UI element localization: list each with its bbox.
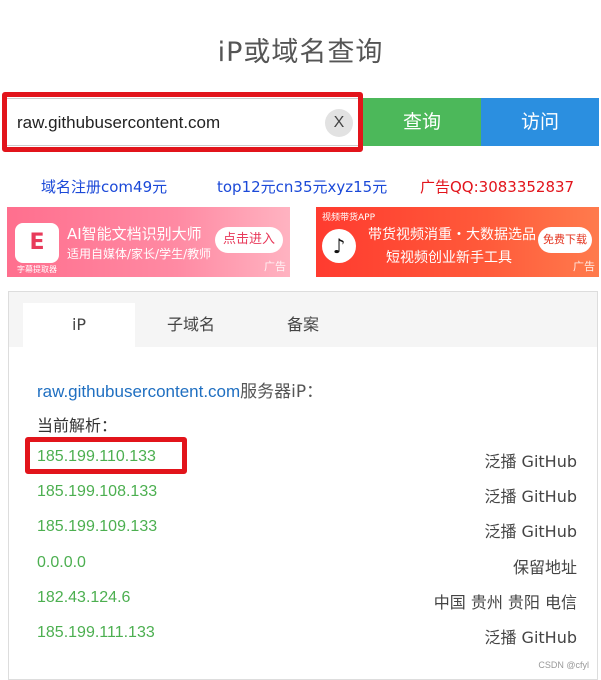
- result-panel: iP 子域名 备案 raw.githubusercontent.com服务器iP…: [8, 291, 598, 680]
- current-resolution-label: 当前解析：: [37, 416, 118, 435]
- ip-address[interactable]: 185.199.111.133: [37, 624, 155, 642]
- ip-location: 中国 贵州 贵阳 电信: [433, 593, 577, 612]
- ip-location: 泛播 GitHub: [484, 628, 577, 647]
- ip-location: 保留地址: [512, 558, 577, 577]
- page-title: iP或域名查询: [217, 37, 384, 68]
- ip-row: 182.43.124.6 中国 贵州 贵阳 电信: [37, 589, 577, 613]
- ip-address[interactable]: 185.199.108.133: [37, 483, 157, 501]
- banner-ad-video[interactable]: 视频带货APP ♪ 带货视频消重・大数据选品 短视频创业新手工具 免费下载 广告: [316, 207, 599, 277]
- ip-row: 185.199.111.133 泛播 GitHub: [37, 624, 577, 648]
- banner-download-button[interactable]: 免费下载: [538, 227, 592, 253]
- ad-link-domain[interactable]: 域名注册com49元: [41, 176, 167, 197]
- app-logo-icon: E: [15, 223, 59, 263]
- ip-address[interactable]: 185.199.109.133: [37, 518, 157, 536]
- ad-link-prices[interactable]: top12元cn35元xyz15元: [217, 176, 387, 197]
- banner-title: AI智能文档识别大师: [67, 225, 202, 243]
- ip-row: 185.199.108.133 泛播 GitHub: [37, 483, 577, 507]
- banner-enter-button[interactable]: 点击进入: [215, 227, 283, 253]
- query-button[interactable]: 查询: [363, 98, 481, 146]
- tiktok-icon: ♪: [322, 229, 356, 263]
- banner-subtitle: 适用自媒体/家长/学生/教师: [67, 247, 212, 261]
- ad-tag: 广告: [264, 260, 286, 273]
- banner-app-tag: 视频带货APP: [322, 213, 376, 223]
- ip-row: 0.0.0.0 保留地址: [37, 554, 577, 578]
- tab-subdomain[interactable]: 子域名: [135, 303, 247, 347]
- ip-location: 泛播 GitHub: [484, 522, 577, 541]
- ad-tag: 广告: [573, 260, 595, 273]
- banner-ad-ai-doc[interactable]: E 字幕提取器 AI智能文档识别大师 适用自媒体/家长/学生/教师 点击进入 广…: [7, 207, 290, 277]
- ad-links: 域名注册com49元 top12元cn35元xyz15元 广告QQ:308335…: [0, 176, 601, 198]
- ip-location: 泛播 GitHub: [484, 487, 577, 506]
- ip-highlight-box: [25, 437, 187, 474]
- banner-title: 带货视频消重・大数据选品: [368, 227, 536, 243]
- ip-address[interactable]: 0.0.0.0: [37, 554, 86, 572]
- visit-button[interactable]: 访问: [481, 98, 599, 146]
- ip-row: 185.199.109.133 泛播 GitHub: [37, 518, 577, 542]
- watermark: CSDN @cfyl: [538, 660, 589, 670]
- tab-bar: iP 子域名 备案: [9, 292, 597, 347]
- host-link[interactable]: raw.githubusercontent.com: [37, 382, 240, 401]
- tab-icp[interactable]: 备案: [247, 303, 359, 347]
- host-suffix: 服务器iP：: [240, 382, 324, 402]
- ip-location: 泛播 GitHub: [484, 452, 577, 471]
- banner-subtitle: 短视频创业新手工具: [386, 250, 512, 266]
- search-highlight-box: [2, 92, 363, 152]
- ip-address[interactable]: 182.43.124.6: [37, 589, 130, 607]
- ad-link-qq[interactable]: 广告QQ:3083352837: [420, 176, 574, 197]
- app-logo-caption: 字幕提取器: [17, 265, 57, 274]
- result-heading: raw.githubusercontent.com服务器iP：: [37, 377, 323, 402]
- tab-ip[interactable]: iP: [23, 303, 135, 347]
